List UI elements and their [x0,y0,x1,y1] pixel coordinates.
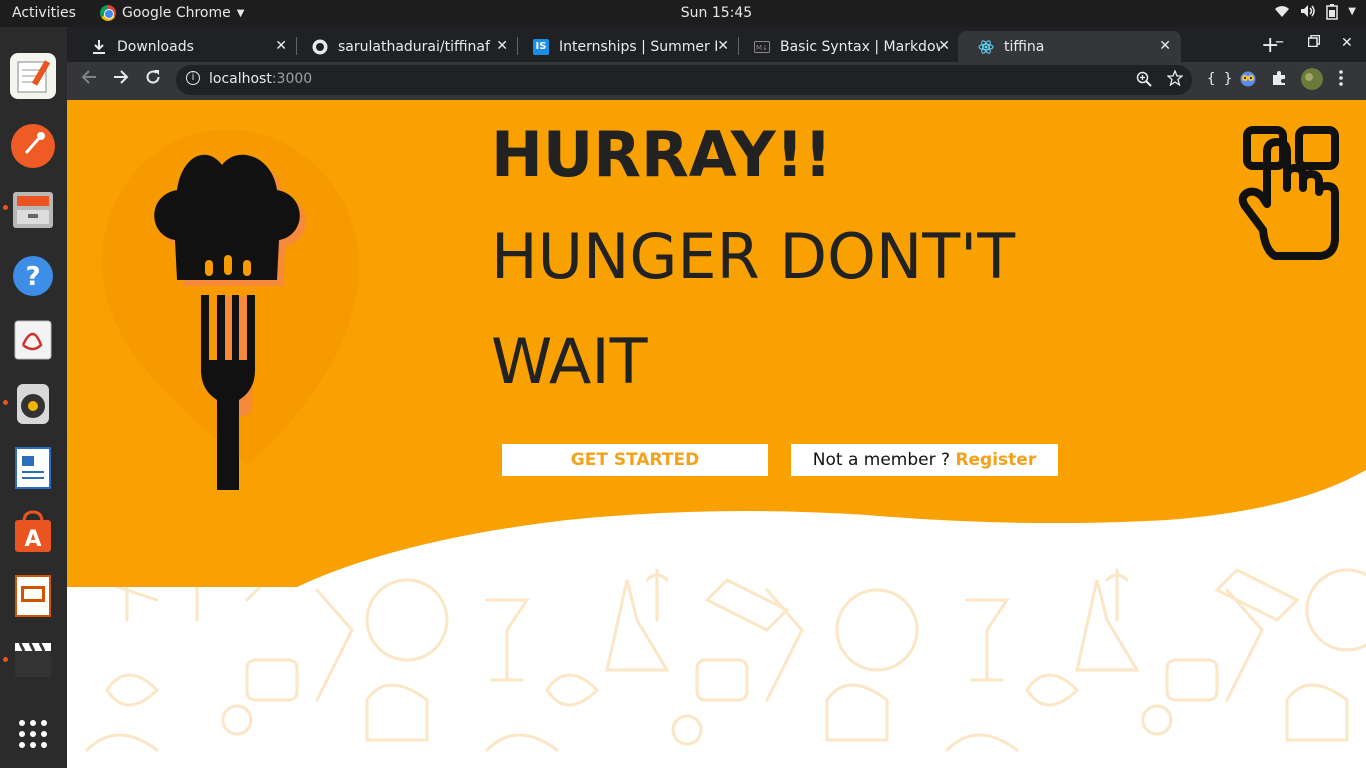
web-page: HURRAY!! HUNGER DONT'T WAIT GET STARTED … [67,100,1366,768]
download-icon [91,39,107,55]
help-icon[interactable]: ? [10,253,56,299]
dock: ? A [0,27,67,768]
battery-icon [1326,4,1339,24]
get-started-button[interactable]: GET STARTED [502,444,768,476]
react-icon [978,39,994,55]
tab-github[interactable]: sarulathadurai/tiffinaf ✕ [292,31,518,62]
chevron-down-icon: ▼ [1348,6,1356,17]
internshala-icon: IS [533,38,549,55]
browser-tab-strip: Downloads ✕ sarulathadurai/tiffinaf ✕ IS… [67,27,1366,62]
url-text[interactable]: localhost:3000 [209,71,312,87]
postman-icon[interactable] [10,123,56,169]
running-indicator [3,205,8,210]
zoom-icon[interactable] [1136,71,1152,91]
tab-title: tiffina [1004,38,1045,55]
text-editor-icon[interactable] [10,53,56,99]
clock[interactable]: Sun 15:45 [0,5,1366,21]
close-icon[interactable]: ✕ [275,38,287,54]
wifi-icon [1274,4,1290,24]
video-editor-icon[interactable] [10,637,56,683]
close-icon[interactable]: ✕ [938,38,950,54]
register-link[interactable]: Register [955,450,1036,470]
browser-toolbar: i localhost:3000 { } [67,62,1366,100]
running-indicator [3,657,8,662]
profile-avatar[interactable] [1300,67,1324,95]
document-viewer-icon[interactable] [10,317,56,363]
maximize-button[interactable] [1307,34,1321,51]
hero-subtitle-line-1: HUNGER DONT'T [491,220,1016,293]
tab-tiffina[interactable]: tiffina ✕ [958,31,1181,62]
close-window-button[interactable]: ✕ [1341,35,1353,51]
svg-text:?: ? [25,262,40,292]
system-tray[interactable]: ▼ [1274,4,1356,24]
back-button[interactable] [81,69,97,90]
forward-button[interactable] [113,69,129,90]
tab-title: sarulathadurai/tiffinaf [338,38,490,55]
files-icon[interactable] [10,187,56,233]
system-top-bar: Activities Google Chrome ▼ Sun 15:45 ▼ [0,0,1366,27]
libreoffice-writer-icon[interactable] [10,445,56,491]
close-icon[interactable]: ✕ [717,38,729,54]
extension-owl-icon[interactable] [1240,71,1256,91]
svg-text:M↓: M↓ [756,44,768,52]
tap-hand-icon [1238,126,1339,260]
close-icon[interactable]: ✕ [1159,38,1171,54]
not-member-text: Not a member ? [812,450,956,470]
tab-downloads[interactable]: Downloads ✕ [71,31,297,62]
bookmark-star-icon[interactable] [1166,69,1184,90]
tab-title: Downloads [117,38,194,55]
tiffina-logo [101,130,360,490]
markdown-icon: M↓ [754,39,770,55]
tab-internshala[interactable]: IS Internships | Summer In ✕ [513,31,739,62]
volume-icon [1300,4,1316,24]
site-info-icon[interactable]: i [186,71,200,85]
running-indicator [3,400,8,405]
github-icon [312,39,328,55]
hero-subtitle-line-2: WAIT [491,325,648,398]
address-bar[interactable]: i localhost:3000 [176,65,1192,95]
tab-title: Internships | Summer In [559,38,719,55]
close-icon[interactable]: ✕ [496,38,508,54]
reload-button[interactable] [145,69,161,90]
rhythmbox-icon[interactable] [10,381,56,427]
tab-markdown[interactable]: M↓ Basic Syntax | Markdow ✕ [734,31,960,62]
extensions-puzzle-icon[interactable] [1271,70,1287,90]
register-prompt: Not a member ? Register [791,444,1058,476]
svg-text:A: A [24,527,41,552]
hero-title: HURRAY!! [491,118,833,191]
libreoffice-impress-icon[interactable] [10,573,56,619]
minimize-button[interactable]: – [1275,31,1284,52]
json-viewer-extension-icon[interactable]: { } [1207,71,1232,87]
show-applications-icon[interactable] [10,711,56,757]
software-center-icon[interactable]: A [10,509,56,555]
chrome-menu-icon[interactable] [1339,70,1343,90]
tab-title: Basic Syntax | Markdow [780,38,940,55]
